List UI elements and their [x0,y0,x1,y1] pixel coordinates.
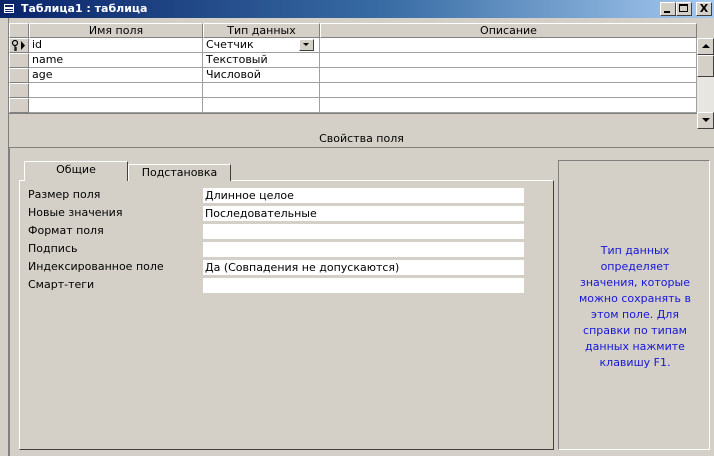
field-name-cell[interactable]: id [29,38,203,53]
maximize-icon [679,4,688,12]
minimize-button[interactable] [660,2,676,16]
title-bar[interactable]: Таблица1 : таблица X [0,0,714,18]
help-text: Тип данных определяет значения, которые … [578,244,692,369]
table-row[interactable]: id Счетчик [9,38,697,53]
column-header-description[interactable]: Описание [320,23,697,38]
scroll-down-button[interactable] [697,112,714,129]
data-type-dropdown-button[interactable] [299,39,314,51]
table-row[interactable]: name Текстовый [9,53,697,68]
data-type-cell[interactable]: Текстовый [203,53,320,68]
description-cell[interactable] [320,68,697,83]
data-type-cell[interactable] [203,98,320,113]
table-row[interactable]: age Числовой [9,68,697,83]
field-properties-pane: Подстановка Общие Размер поля Длинное це… [9,147,714,456]
maximize-button[interactable] [676,2,692,16]
tab-general[interactable]: Общие [24,161,128,181]
row-selector[interactable] [9,38,29,53]
description-cell[interactable] [320,98,697,113]
header-corner[interactable] [9,23,29,38]
field-name-cell[interactable] [29,83,203,98]
table-row[interactable] [9,83,697,98]
row-selector[interactable] [9,53,29,68]
property-label-new-values: Новые значения [28,206,123,219]
row-selector[interactable] [9,68,29,83]
description-cell[interactable] [320,83,697,98]
property-value-smart-tags[interactable] [203,278,524,293]
property-label-smart-tags: Смарт-теги [28,278,95,291]
field-grid: id Счетчик name Текстовый age Числовой [9,38,697,129]
property-label-field-size: Размер поля [28,188,101,201]
grid-header-row: Имя поля Тип данных Описание [9,23,697,38]
row-selector[interactable] [9,98,29,113]
data-type-value: Счетчик [206,38,254,51]
close-button[interactable]: X [696,2,712,16]
description-cell[interactable] [320,53,697,68]
window-title: Таблица1 : таблица [21,2,148,15]
field-name-cell[interactable]: age [29,68,203,83]
key-icon [11,39,25,51]
property-value-new-values[interactable]: Последовательные [203,206,524,221]
data-type-cell[interactable]: Числовой [203,68,320,83]
property-value-caption[interactable] [203,242,524,257]
property-value-format[interactable] [203,224,524,239]
property-value-field-size[interactable]: Длинное целое [203,188,524,203]
column-header-data-type[interactable]: Тип данных [203,23,320,38]
tab-lookup[interactable]: Подстановка [128,164,231,181]
row-selector[interactable] [9,83,29,98]
property-value-indexed[interactable]: Да (Совпадения не допускаются) [203,260,524,275]
minimize-icon [664,11,670,13]
field-name-cell[interactable]: name [29,53,203,68]
property-label-indexed: Индексированное поле [28,260,164,273]
field-name-cell[interactable] [29,98,203,113]
data-type-cell[interactable]: Счетчик [203,38,320,53]
property-label-caption: Подпись [28,242,78,255]
property-label-format: Формат поля [28,224,104,237]
general-tab-panel: Размер поля Длинное целое Новые значения… [19,180,554,450]
data-type-cell[interactable] [203,83,320,98]
help-pane: Тип данных определяет значения, которые … [558,160,710,450]
column-header-field-name[interactable]: Имя поля [29,23,203,38]
scroll-thumb[interactable] [697,55,714,77]
window-frame [0,18,9,456]
scroll-header-gap [697,23,714,38]
field-properties-caption: Свойства поля [319,132,404,145]
description-cell[interactable] [320,38,697,53]
grid-empty-area [9,113,697,129]
table-icon [3,3,15,14]
grid-vertical-scrollbar[interactable] [697,38,714,129]
scroll-up-button[interactable] [697,38,714,55]
table-row[interactable] [9,98,697,113]
